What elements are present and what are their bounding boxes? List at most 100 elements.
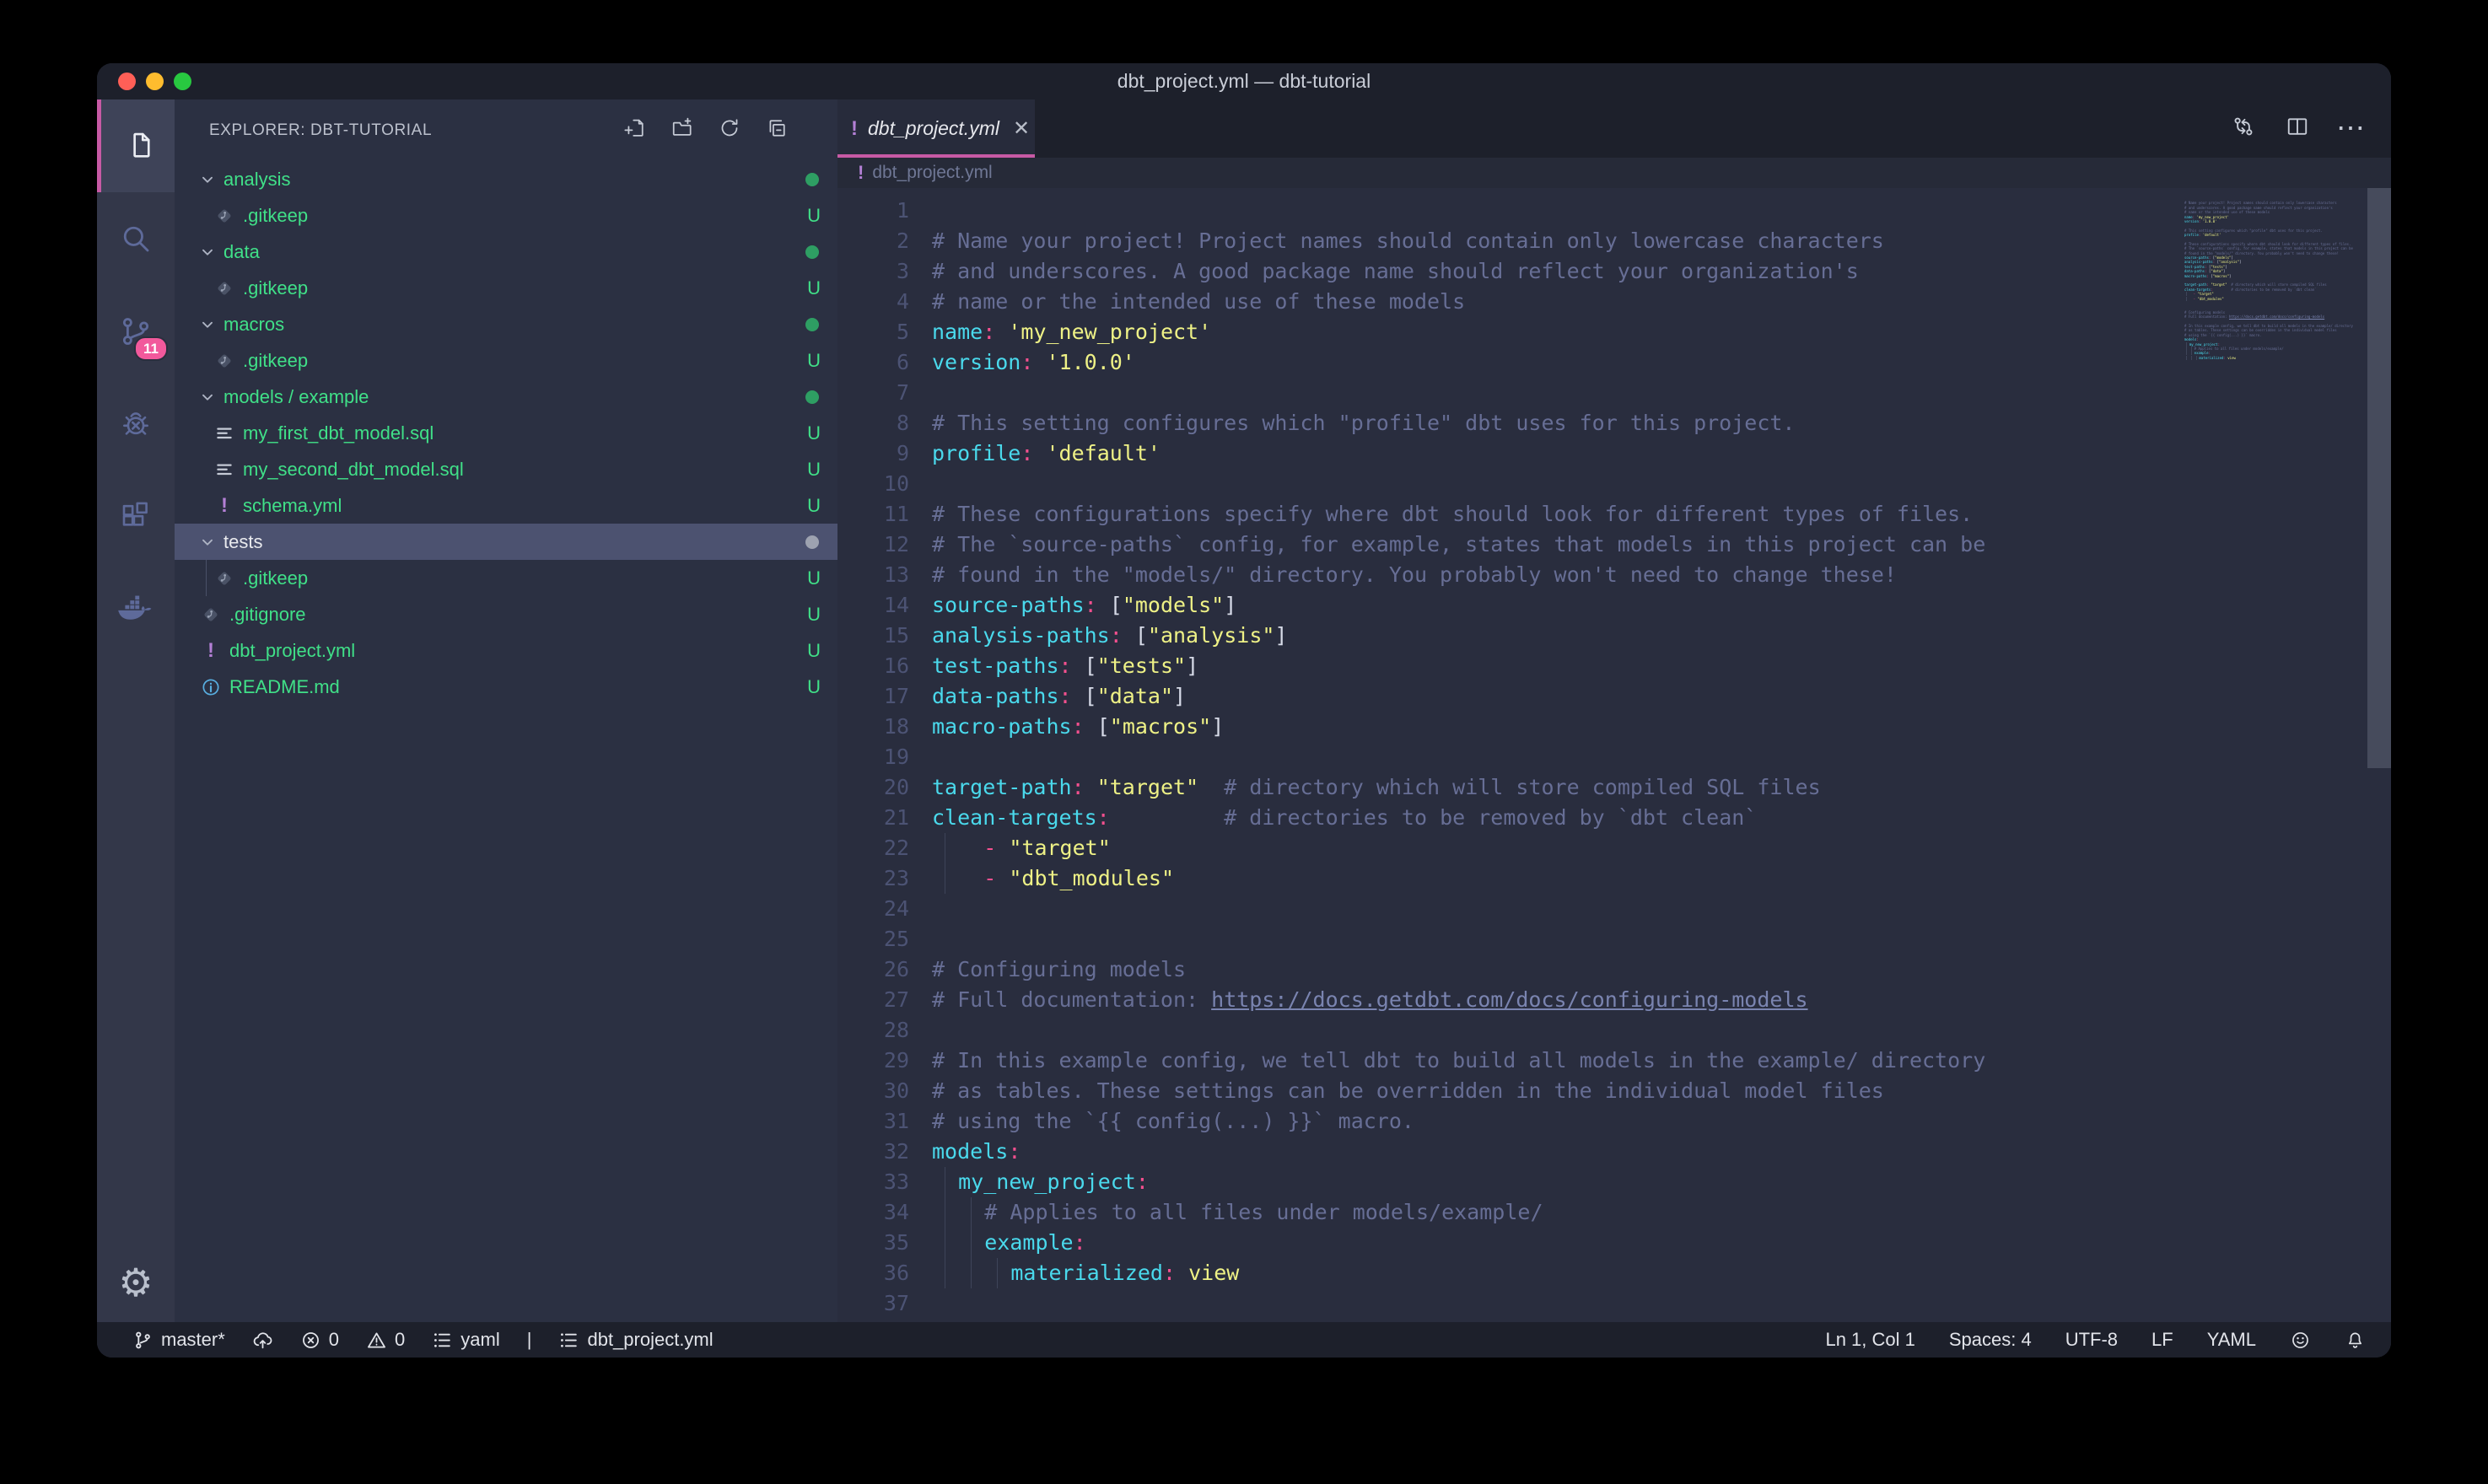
- code-line[interactable]: 13# found in the "models/" directory. Yo…: [837, 560, 2391, 590]
- file-gitkeep-tests[interactable]: .gitkeepU: [175, 560, 837, 596]
- folder-data[interactable]: data: [175, 234, 837, 270]
- code-line[interactable]: 26# Configuring models: [837, 954, 2391, 985]
- git-file-icon: [213, 205, 235, 227]
- activity-run-debug[interactable]: [97, 378, 175, 470]
- activity-explorer[interactable]: [97, 99, 175, 192]
- status-feedback[interactable]: [2290, 1330, 2311, 1351]
- code-line[interactable]: 27# Full documentation: https://docs.get…: [837, 985, 2391, 1015]
- split-editor-button[interactable]: [2285, 114, 2310, 143]
- code-line[interactable]: 12# The `source-paths` config, for examp…: [837, 530, 2391, 560]
- folder-models-example[interactable]: models / example: [175, 379, 837, 415]
- file-dbt-project-yml[interactable]: !dbt_project.ymlU: [175, 632, 837, 669]
- code-line[interactable]: 4# name or the intended use of these mod…: [837, 287, 2391, 317]
- status-notifications[interactable]: [2345, 1330, 2366, 1351]
- code-line[interactable]: 24: [837, 894, 2391, 924]
- chevron-down-icon[interactable]: [198, 533, 217, 551]
- scrollbar[interactable]: [2367, 188, 2391, 1322]
- code-line[interactable]: 10: [837, 469, 2391, 499]
- code-line[interactable]: 18macro-paths: ["macros"]: [837, 712, 2391, 742]
- line-content: name: 'my_new_project': [909, 317, 1211, 347]
- title-bar[interactable]: dbt_project.yml — dbt-tutorial: [97, 63, 2391, 99]
- status-language-mode[interactable]: YAML: [2207, 1329, 2256, 1351]
- activity-settings[interactable]: ⚙: [97, 1242, 175, 1322]
- code-line[interactable]: 19: [837, 742, 2391, 772]
- code-line[interactable]: 30# as tables. These settings can be ove…: [837, 1076, 2391, 1106]
- status-branch-indicator[interactable]: master*: [132, 1329, 225, 1351]
- code-line[interactable]: 5name: 'my_new_project': [837, 317, 2391, 347]
- code-line[interactable]: 31# using the `{{ config(...) }}` macro.: [837, 1106, 2391, 1137]
- folder-macros[interactable]: macros: [175, 306, 837, 342]
- close-tab-icon[interactable]: ✕: [1013, 116, 1030, 141]
- code-line[interactable]: 3# and underscores. A good package name …: [837, 256, 2391, 287]
- chevron-down-icon[interactable]: [198, 315, 217, 334]
- code-line[interactable]: 37: [837, 1288, 2391, 1319]
- file-readme[interactable]: README.mdU: [175, 669, 837, 705]
- status-encoding[interactable]: UTF-8: [2065, 1329, 2118, 1351]
- breadcrumb[interactable]: ! dbt_project.yml: [837, 158, 2391, 188]
- minimap[interactable]: # Name your project! Project names shoul…: [2184, 196, 2358, 364]
- folder-tests[interactable]: tests: [175, 524, 837, 560]
- status-problems-errors[interactable]: 0: [300, 1329, 339, 1351]
- folder-analysis[interactable]: analysis: [175, 161, 837, 197]
- code-line[interactable]: 33 my_new_project:: [837, 1167, 2391, 1197]
- new-folder-button[interactable]: [670, 116, 694, 145]
- code-line[interactable]: 2# Name your project! Project names shou…: [837, 226, 2391, 256]
- file-gitignore[interactable]: .gitignoreU: [175, 596, 837, 632]
- code-line[interactable]: 15analysis-paths: ["analysis"]: [837, 621, 2391, 651]
- code-line[interactable]: 6version: '1.0.0': [837, 347, 2391, 378]
- file-gitkeep-macros[interactable]: .gitkeepU: [175, 342, 837, 379]
- status-outline-language[interactable]: yaml: [432, 1329, 499, 1351]
- code-line[interactable]: 7: [837, 378, 2391, 408]
- file-my-second-dbt-model[interactable]: my_second_dbt_model.sqlU: [175, 451, 837, 487]
- code-line[interactable]: 14source-paths: ["models"]: [837, 590, 2391, 621]
- activity-search[interactable]: [97, 192, 175, 285]
- code-line[interactable]: 32models:: [837, 1137, 2391, 1167]
- minimize-window-button[interactable]: [146, 73, 164, 90]
- bell-icon: [2345, 1330, 2366, 1351]
- scrollbar-thumb[interactable]: [2367, 188, 2391, 768]
- file-gitkeep-data[interactable]: .gitkeepU: [175, 270, 837, 306]
- refresh-explorer-button[interactable]: [718, 116, 741, 145]
- code-line[interactable]: 1: [837, 196, 2391, 226]
- status-eol[interactable]: LF: [2151, 1329, 2173, 1351]
- close-window-button[interactable]: [118, 73, 136, 90]
- activity-docker[interactable]: [97, 563, 175, 656]
- file-gitkeep-analysis[interactable]: .gitkeepU: [175, 197, 837, 234]
- code-line[interactable]: 21clean-targets: # directories to be rem…: [837, 803, 2391, 833]
- status-sync-button[interactable]: [252, 1330, 273, 1351]
- zoom-window-button[interactable]: [174, 73, 191, 90]
- file-my-first-dbt-model[interactable]: my_first_dbt_model.sqlU: [175, 415, 837, 451]
- file-schema-yml[interactable]: !schema.ymlU: [175, 487, 837, 524]
- breadcrumb-file[interactable]: dbt_project.yml: [872, 163, 992, 183]
- chevron-down-icon[interactable]: [198, 388, 217, 406]
- line-content: [909, 378, 932, 408]
- code-editor[interactable]: 12# Name your project! Project names sho…: [837, 188, 2391, 1322]
- more-actions-button[interactable]: ⋯: [2339, 116, 2364, 142]
- chevron-down-icon[interactable]: [198, 243, 217, 261]
- code-line[interactable]: 16test-paths: ["tests"]: [837, 651, 2391, 681]
- status-cursor-position[interactable]: Ln 1, Col 1: [1825, 1329, 1914, 1351]
- code-line[interactable]: 35 example:: [837, 1228, 2391, 1258]
- collapse-folders-button[interactable]: [765, 116, 789, 145]
- activity-extensions[interactable]: [97, 470, 175, 563]
- tab-dbt-project-yml[interactable]: ! dbt_project.yml ✕: [837, 99, 1035, 158]
- status-indentation[interactable]: Spaces: 4: [1949, 1329, 2032, 1351]
- status-problems-warnings[interactable]: 0: [366, 1329, 405, 1351]
- status-outline-file[interactable]: dbt_project.yml: [558, 1329, 713, 1351]
- code-line[interactable]: 9profile: 'default': [837, 438, 2391, 469]
- activity-source-control[interactable]: 11: [97, 285, 175, 378]
- code-line[interactable]: 22 - "target": [837, 833, 2391, 863]
- new-file-button[interactable]: [623, 116, 647, 145]
- code-line[interactable]: 36 materialized: view: [837, 1258, 2391, 1288]
- code-line[interactable]: 17data-paths: ["data"]: [837, 681, 2391, 712]
- code-line[interactable]: 20target-path: "target" # directory whic…: [837, 772, 2391, 803]
- chevron-down-icon[interactable]: [198, 170, 217, 189]
- code-line[interactable]: 29# In this example config, we tell dbt …: [837, 1046, 2391, 1076]
- code-line[interactable]: 11# These configurations specify where d…: [837, 499, 2391, 530]
- open-changes-button[interactable]: [2231, 114, 2256, 143]
- code-line[interactable]: 28: [837, 1015, 2391, 1046]
- code-line[interactable]: 8# This setting configures which "profil…: [837, 408, 2391, 438]
- code-line[interactable]: 23 - "dbt_modules": [837, 863, 2391, 894]
- code-line[interactable]: 25: [837, 924, 2391, 954]
- code-line[interactable]: 34 # Applies to all files under models/e…: [837, 1197, 2391, 1228]
